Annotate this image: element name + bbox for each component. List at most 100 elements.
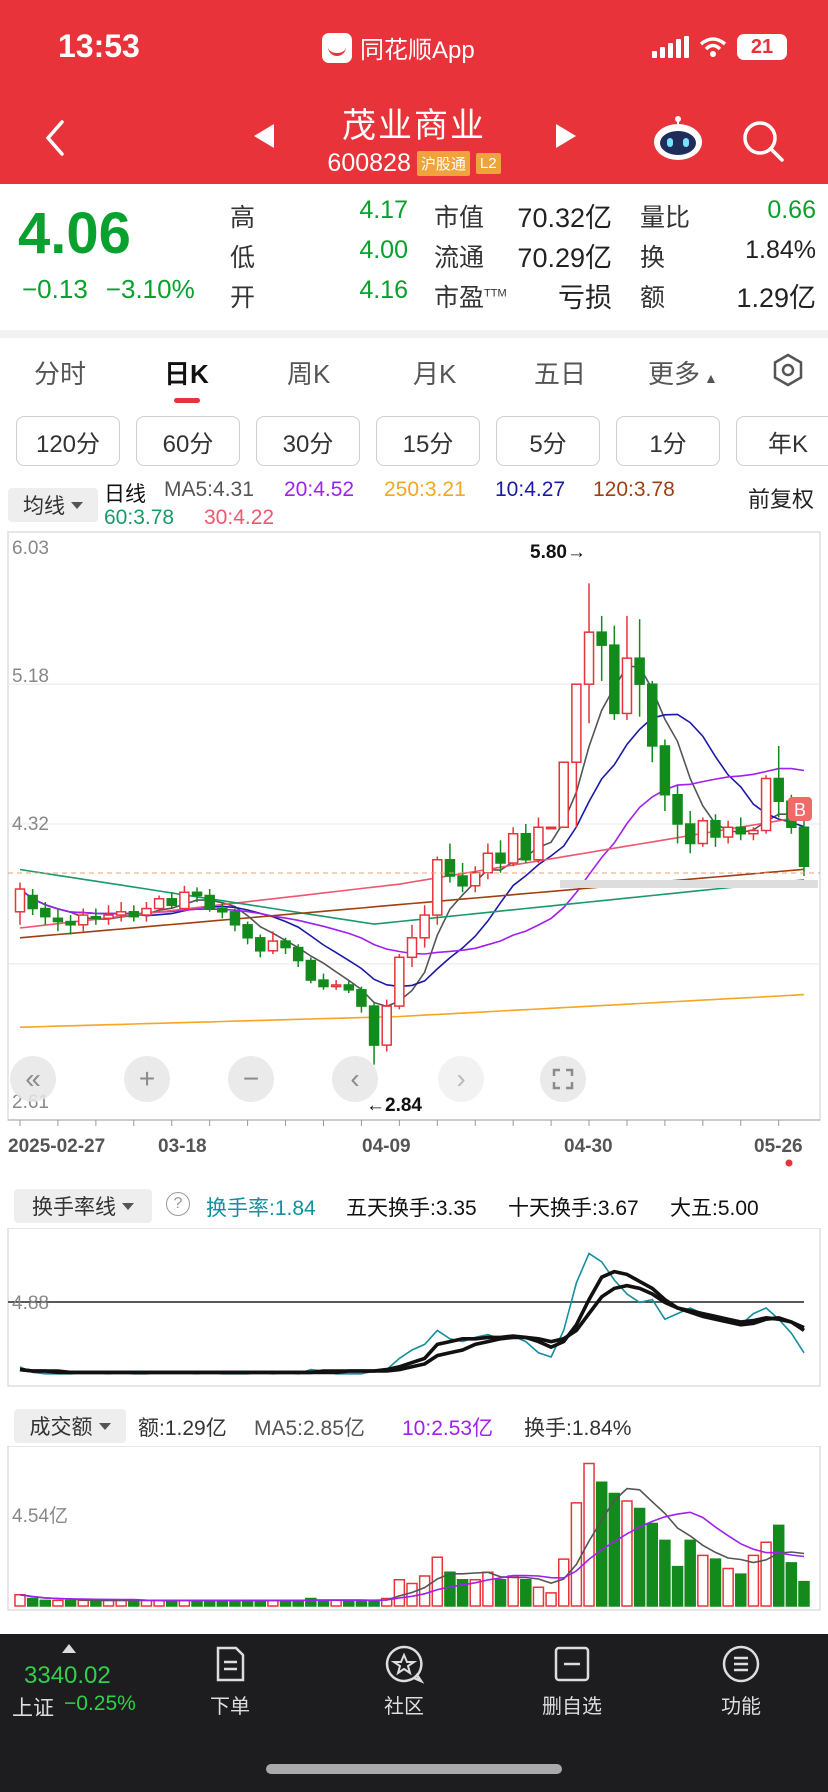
turnover-indicator-selector[interactable]: 换手率线 [14,1189,152,1223]
scroll-left-icon[interactable]: ‹ [332,1056,378,1102]
open-value: 4.16 [359,276,408,304]
amount-indicator-selector[interactable]: 成交额 [14,1409,126,1443]
community-button[interactable]: 社区 [344,1634,464,1719]
ma120-value: 120:3.78 [593,478,675,501]
candle-down [356,989,367,1007]
order-label: 下单 [210,1696,250,1718]
candle-up [77,914,89,926]
ma-selector[interactable]: 均线 [8,488,98,522]
fullscreen-icon[interactable] [540,1056,586,1102]
tab-weekly-k[interactable]: 周K [287,354,330,391]
ma60-value: 60:3.78 [104,506,175,529]
candle-up [179,891,190,910]
amount-bar [292,1599,304,1607]
period-30min[interactable]: 30分 [256,416,360,466]
app-header: 13:53 同花顺App 21 茂业商业 600828 沪股通 L2 [0,0,828,184]
candle-down [52,917,64,923]
remove-watchlist-button[interactable]: 删自选 [512,1634,632,1719]
amount-bar [77,1599,89,1607]
volratio-label: 量比 [640,204,691,232]
amount-chart[interactable]: 4.54亿 [0,1446,828,1612]
big-five-turnover: 大五:5.00 [670,1197,759,1220]
amount-value: 1.29亿 [736,283,816,313]
battery-icon: 21 [737,34,787,60]
back-button[interactable] [40,118,70,158]
help-icon[interactable]: ? [166,1192,190,1216]
candle-down [128,911,140,918]
amount-bar [494,1579,507,1607]
candle-up [533,826,544,861]
amount-bar [90,1599,102,1607]
candle-up [406,937,418,959]
amount-today: 额:1.29亿 [138,1417,227,1440]
tab-more[interactable]: 更多 ▲ [648,354,718,391]
amount-bar [633,1507,646,1607]
amount-bar [545,1592,557,1607]
adjust-mode[interactable]: 前复权 [748,482,814,514]
stock-code: 600828 [327,149,411,177]
candle-up [545,826,557,830]
scroll-right-icon[interactable]: › [438,1056,484,1102]
zoom-out-full-icon[interactable]: « [10,1056,56,1102]
index-name[interactable]: 上证 [12,1692,54,1722]
turnover-chart[interactable]: 4.88 [0,1228,828,1388]
candle-up [621,657,633,715]
period-yearly-k[interactable]: 年K [736,416,828,466]
amount-bar [646,1522,659,1607]
candle-down [647,683,658,747]
next-stock-icon[interactable] [556,124,576,148]
ten-day-turnover: 十天换手:3.67 [508,1197,639,1220]
tab-intraday[interactable]: 分时 [34,354,86,391]
status-app-indicator[interactable]: 同花顺App [322,30,475,65]
period-15min[interactable]: 15分 [376,416,480,466]
buy-marker[interactable]: B [794,800,806,820]
period-120min[interactable]: 120分 [16,416,120,466]
amount-ma10: 10:2.53亿 [402,1417,494,1440]
ma30-value: 30:4.22 [204,506,275,529]
candle-up [381,1005,392,1046]
candle-down [255,937,266,952]
turnover-label: 换 [640,244,666,272]
change-value: −0.13 [22,274,88,304]
tab-monthly-k[interactable]: 月K [413,354,456,391]
period-1min[interactable]: 1分 [616,416,720,466]
period-60min[interactable]: 60分 [136,416,240,466]
candle-up [722,826,734,838]
menu-icon [721,1644,761,1684]
order-button[interactable]: 下单 [170,1634,290,1719]
candle-up [482,852,494,874]
zoom-out-icon[interactable]: − [228,1056,274,1102]
candle-down [634,657,645,685]
amount-bar [64,1599,77,1607]
tab-daily-k[interactable]: 日K [164,354,209,391]
zoom-in-icon[interactable]: + [124,1056,170,1102]
amount-bar [570,1502,583,1607]
candle-down [672,793,683,825]
open-label: 开 [230,284,256,312]
search-icon[interactable] [740,118,786,164]
tab-five-day[interactable]: 五日 [534,354,586,391]
amount-bar [595,1481,608,1607]
candle-down [773,777,784,802]
settings-icon[interactable] [770,352,806,388]
amount-bar [520,1579,532,1607]
candle-up [267,940,279,952]
candle-up [432,859,443,916]
stock-name: 茂业商业 [342,107,486,145]
amount-bar [798,1580,810,1607]
functions-button[interactable]: 功能 [681,1634,801,1719]
remove-watchlist-icon [552,1644,592,1684]
robot-assistant-icon[interactable] [652,116,704,162]
candle-up [558,761,569,829]
index-value[interactable]: 3340.02 [24,1662,111,1690]
ma250-value: 250:3.21 [384,478,466,501]
turnover-series-line [19,1283,805,1375]
amount-bar [26,1597,39,1607]
candle-down [318,979,329,988]
caret-up-icon: ▲ [704,370,718,386]
period-5min[interactable]: 5分 [496,416,600,466]
candle-down [166,898,177,907]
candle-up [507,833,519,864]
index-pct[interactable]: −0.25% [64,1692,136,1716]
home-indicator[interactable] [266,1764,562,1774]
